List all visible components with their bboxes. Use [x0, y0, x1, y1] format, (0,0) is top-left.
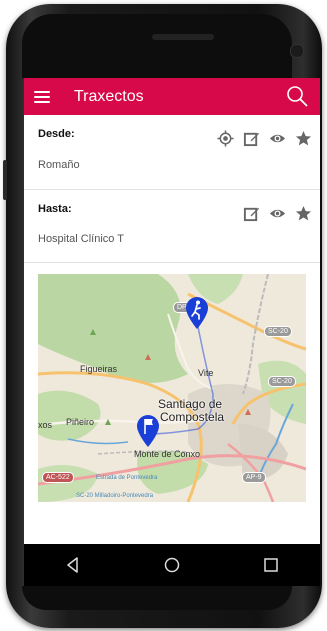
menu-icon[interactable]: [34, 88, 50, 106]
recents-icon[interactable]: [261, 555, 281, 575]
map-place-santiago-line1: Santiago de: [158, 397, 223, 411]
from-section: Desde: Romaño: [24, 115, 320, 190]
front-camera: [290, 44, 304, 58]
home-icon[interactable]: [162, 555, 182, 575]
edit-icon[interactable]: [243, 205, 260, 222]
page-title: Traxectos: [74, 87, 144, 105]
map-place-monte-de-conxo: Monte de Conxo: [134, 449, 201, 459]
to-label: Hasta:: [38, 203, 72, 215]
map-place-xos: xos: [38, 420, 53, 430]
route-map[interactable]: Figueiras Vite Santiago de Compostela Pi…: [38, 274, 306, 502]
road-shield-ap9: AP-9: [242, 472, 266, 483]
from-label: Desde:: [38, 128, 75, 140]
phone-bottom-bezel: [22, 586, 292, 610]
map-road-label-sc20: SC-20 Milladoiro-Pontevedra: [76, 493, 154, 499]
search-icon[interactable]: [286, 85, 308, 107]
speaker-grille: [152, 34, 214, 40]
app-bar: Traxectos: [24, 78, 320, 115]
my-location-icon[interactable]: [217, 130, 234, 147]
favorite-icon[interactable]: [295, 130, 312, 147]
view-icon[interactable]: [269, 205, 286, 222]
map-place-vite: Vite: [198, 368, 214, 378]
map-tiles: [38, 274, 306, 502]
road-shield-sc20-b: SC-20: [268, 376, 296, 387]
phone-top-bezel: [22, 14, 304, 78]
map-place-santiago-line2: Compostela: [160, 410, 225, 424]
from-value[interactable]: Romaño: [38, 159, 80, 171]
app-screen: Traxectos Desde: Romaño Hasta: Hospital …: [24, 78, 320, 544]
favorite-icon[interactable]: [295, 205, 312, 222]
back-icon[interactable]: [63, 555, 83, 575]
map-place-figueiras: Figueiras: [80, 364, 118, 374]
road-shield-sc20-a: SC-20: [264, 326, 292, 337]
road-shield-ac522: AC-522: [42, 472, 74, 483]
edit-icon[interactable]: [243, 130, 260, 147]
map-road-label-pontevedra: Estrada de Pontevedra: [96, 475, 158, 481]
walking-person-marker[interactable]: [185, 296, 209, 330]
to-section: Hasta: Hospital Clínico T: [24, 190, 320, 263]
from-actions: [217, 130, 312, 147]
to-actions: [243, 205, 312, 222]
map-place-pineiro: Piñeiro: [66, 417, 95, 427]
system-navbar: [24, 544, 320, 586]
volume-button: [3, 160, 7, 200]
view-icon[interactable]: [269, 130, 286, 147]
flag-marker[interactable]: [136, 414, 160, 448]
to-value[interactable]: Hospital Clínico T: [38, 233, 124, 245]
